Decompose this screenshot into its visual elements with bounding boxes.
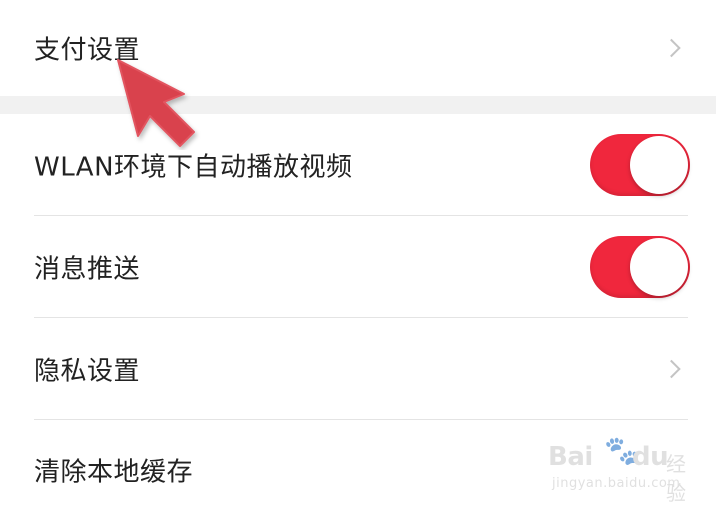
- annotation-arrow-icon: [117, 59, 195, 147]
- clear-cache-label: 清除本地缓存: [34, 457, 194, 488]
- chevron-right-icon: [662, 38, 681, 58]
- settings-row-wlan-autoplay: WLAN环境下自动播放视频: [0, 114, 716, 216]
- settings-row-clear-cache[interactable]: 清除本地缓存: [0, 420, 716, 520]
- toggle-knob: [630, 238, 688, 296]
- toggle-knob: [630, 136, 688, 194]
- wlan-autoplay-label: WLAN环境下自动播放视频: [34, 152, 353, 183]
- privacy-settings-label: 隐私设置: [34, 356, 141, 387]
- push-notification-label: 消息推送: [34, 254, 141, 285]
- settings-row-payment[interactable]: 支付设置: [0, 0, 716, 96]
- section-separator: [0, 96, 716, 114]
- push-notification-toggle[interactable]: [590, 236, 690, 298]
- settings-row-push: 消息推送: [0, 216, 716, 318]
- settings-row-privacy[interactable]: 隐私设置: [0, 318, 716, 420]
- wlan-autoplay-toggle[interactable]: [590, 134, 690, 196]
- chevron-right-icon: [662, 359, 681, 379]
